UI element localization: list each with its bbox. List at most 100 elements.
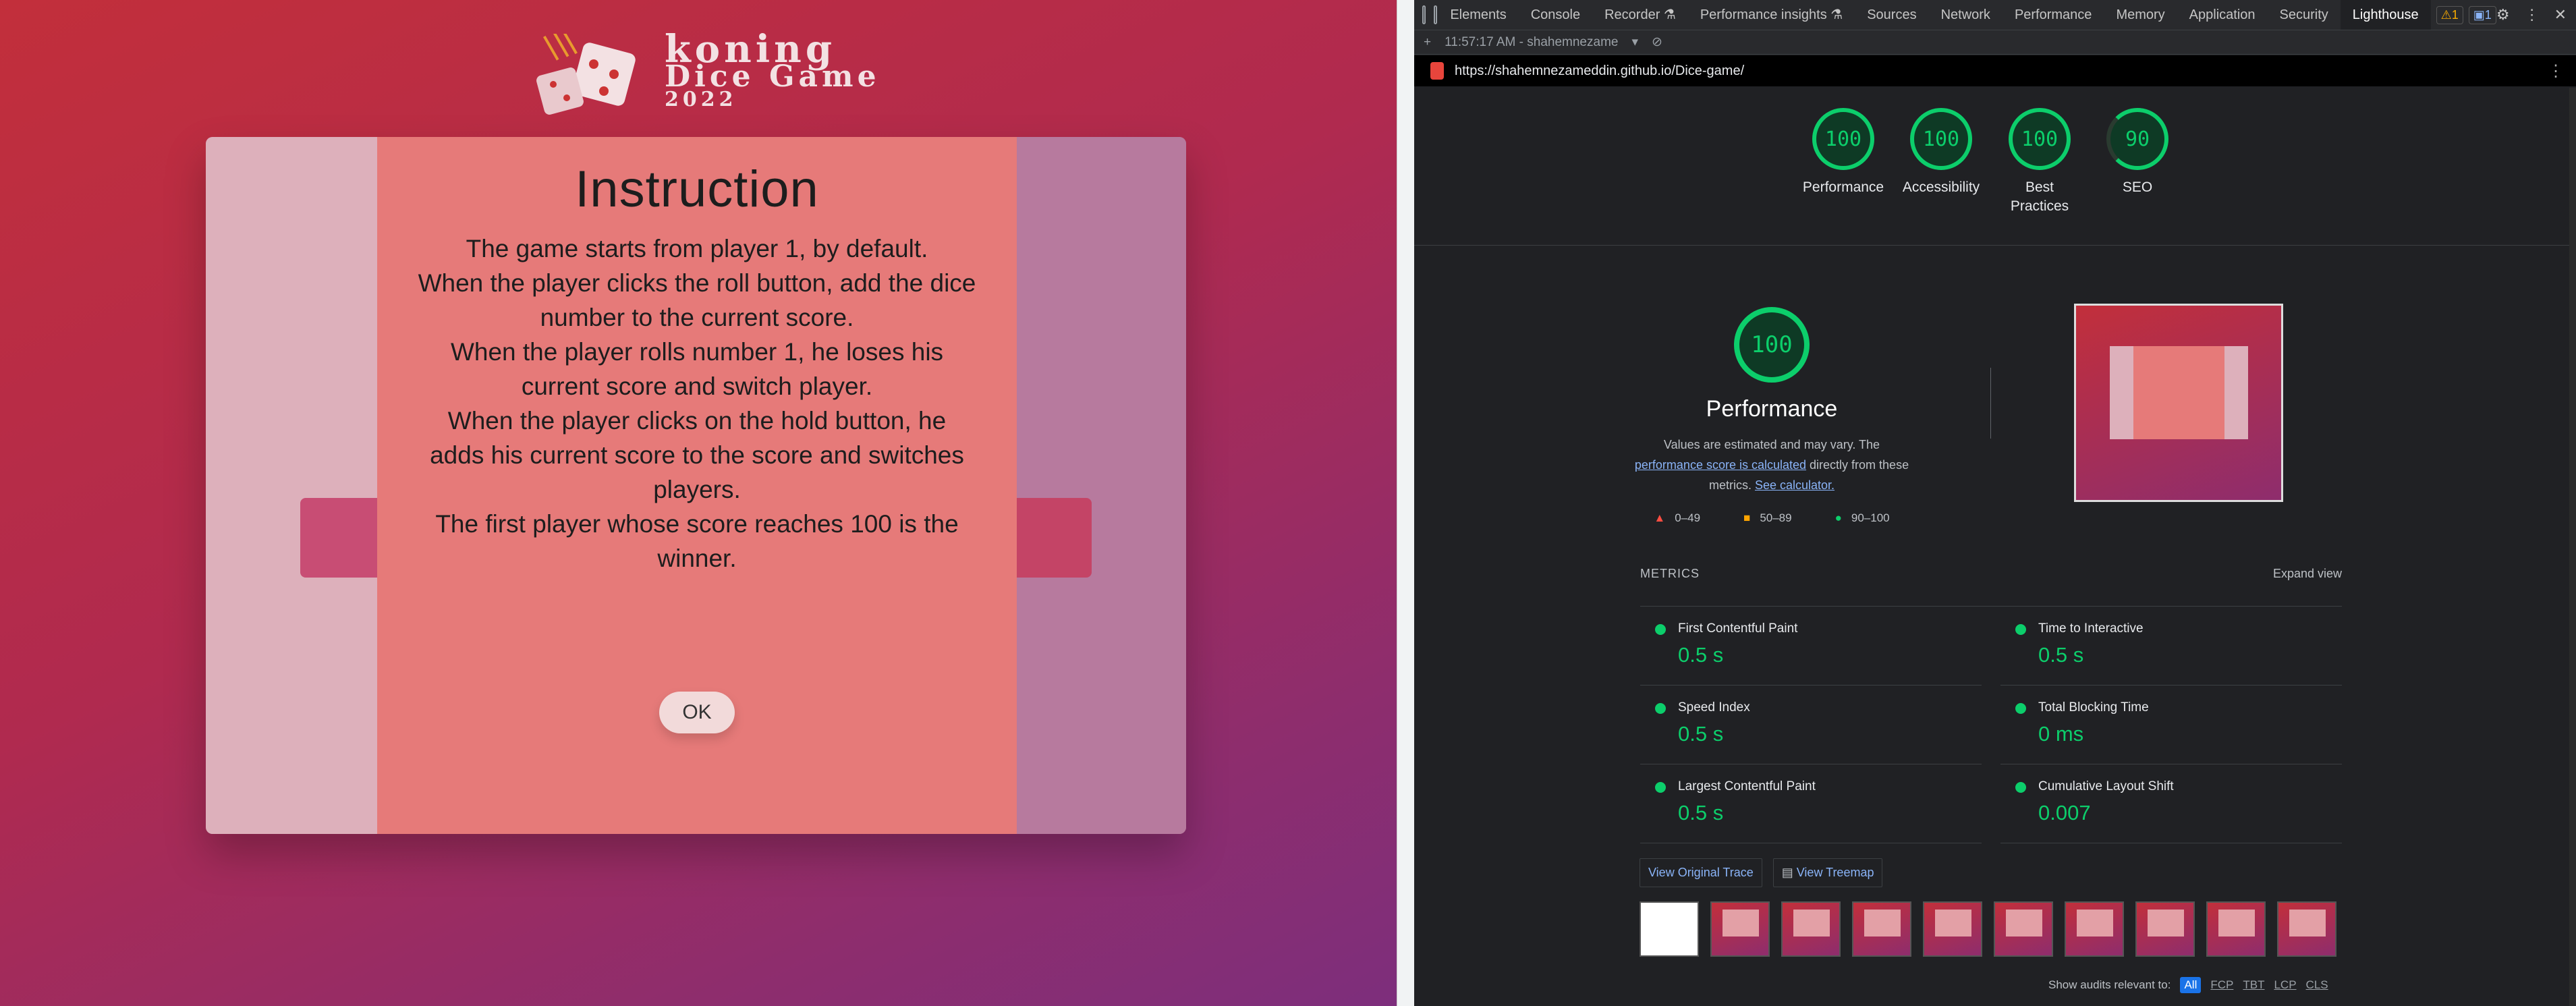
trace-buttons: View Original Trace ▤ View Treemap [1640,858,1883,887]
more-options-icon[interactable]: ⋮ [2525,6,2540,24]
pane-divider[interactable] [1397,0,1415,1006]
filmstrip-frame [1640,901,1699,957]
filter-fcp[interactable]: FCP [2210,978,2233,992]
tab-performance[interactable]: Performance [2003,0,2104,30]
gauge-ring: 90 [2106,108,2168,170]
filmstrip-frame [2206,901,2266,957]
divider [1414,245,2576,246]
score-legend: ▲ 0–49 ■ 50–89 ● 90–100 [1654,511,1890,524]
report-menu-icon[interactable]: ⋮ [2548,61,2564,81]
pass-dot-icon [1655,624,1666,635]
ok-button[interactable]: OK [659,692,735,733]
filmstrip-frame [1994,901,2053,957]
fail-triangle-icon: ▲ [1654,511,1666,524]
rule-3: When the player rolls number 1, he loses… [450,338,944,400]
rules-text: The game starts from player 1, by defaul… [418,231,976,576]
pass-dot-icon [1655,703,1666,714]
logo-year: 2022 [665,88,737,111]
performance-title: Performance [1706,396,1838,422]
filmstrip-frame [1923,901,1982,957]
pass-dot-icon [2015,782,2026,793]
tab-console[interactable]: Console [1519,0,1592,30]
player-1-panel [206,137,378,834]
metric-si: Speed Index 0.5 s [1640,686,1982,764]
tab-performance-insights[interactable]: Performance insights ⚗ [1688,0,1855,30]
inspect-icon[interactable] [1422,5,1426,24]
filter-cls[interactable]: CLS [2306,978,2328,992]
new-report-icon[interactable]: + [1424,35,1431,50]
game-page: koning Dice Game 2022 Instruction The ga… [0,0,1397,1006]
view-original-trace-button[interactable]: View Original Trace [1640,858,1762,887]
thumbnail-modal [2133,346,2224,439]
gauge-ring: 100 [1910,108,1972,170]
tab-network[interactable]: Network [1929,0,2003,30]
gauge-accessibility[interactable]: 100 Accessibility [1894,108,1988,197]
scrollbar[interactable] [2569,88,2576,1006]
gauge-label: Performance [1802,179,1884,195]
gauge-ring: 100 [2009,108,2071,170]
rule-5: The first player whose score reaches 100… [435,510,959,572]
view-treemap-button[interactable]: ▤ View Treemap [1772,858,1883,887]
filter-all[interactable]: All [2180,977,2202,993]
treemap-icon: ▤ [1781,866,1797,879]
filter-label: Show audits relevant to: [2048,978,2171,991]
warnings-badge[interactable]: ⚠1 [2436,5,2463,24]
filmstrip-frame [1852,901,1911,957]
performance-summary: 100 Performance Values are estimated and… [1630,307,1913,525]
lighthouse-icon [1430,62,1444,80]
report-url: https://shahemnezameddin.github.io/Dice-… [1455,63,1745,78]
filmstrip-frame [2135,901,2195,957]
settings-icon[interactable]: ⚙ [2496,6,2510,24]
tab-security[interactable]: Security [2268,0,2341,30]
filmstrip-frame [2277,901,2336,957]
filter-tbt[interactable]: TBT [2243,978,2264,992]
modal-title: Instruction [575,161,819,218]
filter-lcp[interactable]: LCP [2274,978,2296,992]
final-screenshot-thumbnail[interactable] [2074,304,2283,502]
tab-lighthouse[interactable]: Lighthouse [2340,0,2431,30]
game-logo: koning Dice Game 2022 [530,27,876,115]
pass-dot-icon [2015,624,2026,635]
see-calculator-link[interactable]: See calculator. [1755,478,1835,492]
report-url-bar: https://shahemnezameddin.github.io/Dice-… [1414,55,2576,86]
gauge-label: Accessibility [1902,179,1980,195]
close-icon[interactable]: ✕ [2554,6,2567,24]
performance-score-link[interactable]: performance score is calculated [1635,458,1806,472]
gauge-label: Best Practices [2010,179,2069,214]
game-board: Instruction The game starts from player … [206,137,1186,834]
tab-recorder[interactable]: Recorder ⚗ [1592,0,1688,30]
gauge-label: SEO [2122,179,2153,195]
instruction-modal: Instruction The game starts from player … [377,137,1017,834]
report-selector[interactable]: 11:57:17 AM - shahemnezame [1445,35,1618,50]
average-square-icon: ■ [1743,511,1751,524]
metric-tti: Time to Interactive 0.5 s [2000,607,2342,686]
clear-icon[interactable]: ⊘ [1652,34,1662,50]
gauge-seo[interactable]: 90 SEO [2090,108,2185,197]
tab-sources[interactable]: Sources [1855,0,1928,30]
dropdown-chevron-icon[interactable]: ▾ [1631,34,1638,50]
device-toolbar-icon[interactable] [1434,5,1438,24]
metric-cls: Cumulative Layout Shift 0.007 [2000,764,2342,843]
dice-logo-icon [536,34,636,115]
filmstrip-frame [1781,901,1841,957]
messages-badge[interactable]: ▣1 [2468,5,2496,24]
devtools-panel: Elements Console Recorder ⚗ Performance … [1414,0,2576,1006]
gauge-performance[interactable]: 100 Performance [1796,108,1891,197]
metric-lcp: Largest Contentful Paint 0.5 s [1640,764,1982,843]
tab-elements[interactable]: Elements [1438,0,1518,30]
tab-memory[interactable]: Memory [2104,0,2177,30]
filmstrip [1640,901,2336,957]
expand-view-toggle[interactable]: Expand view [2273,567,2342,606]
audit-filter: Show audits relevant to: All FCP TBT LCP… [2048,977,2328,993]
gauge-best-practices[interactable]: 100 Best Practices [1992,108,2087,216]
metric-tbt: Total Blocking Time 0 ms [2000,686,2342,764]
metric-fcp: First Contentful Paint 0.5 s [1640,607,1982,686]
divider [1990,368,1991,439]
filmstrip-frame [1710,901,1770,957]
tab-application[interactable]: Application [2177,0,2268,30]
pass-dot-icon [2015,703,2026,714]
performance-gauge: 100 [1734,307,1810,383]
metrics-section: METRICS Expand view First Contentful Pai… [1640,567,2342,843]
gauge-ring: 100 [1812,108,1874,170]
filmstrip-frame [2065,901,2124,957]
